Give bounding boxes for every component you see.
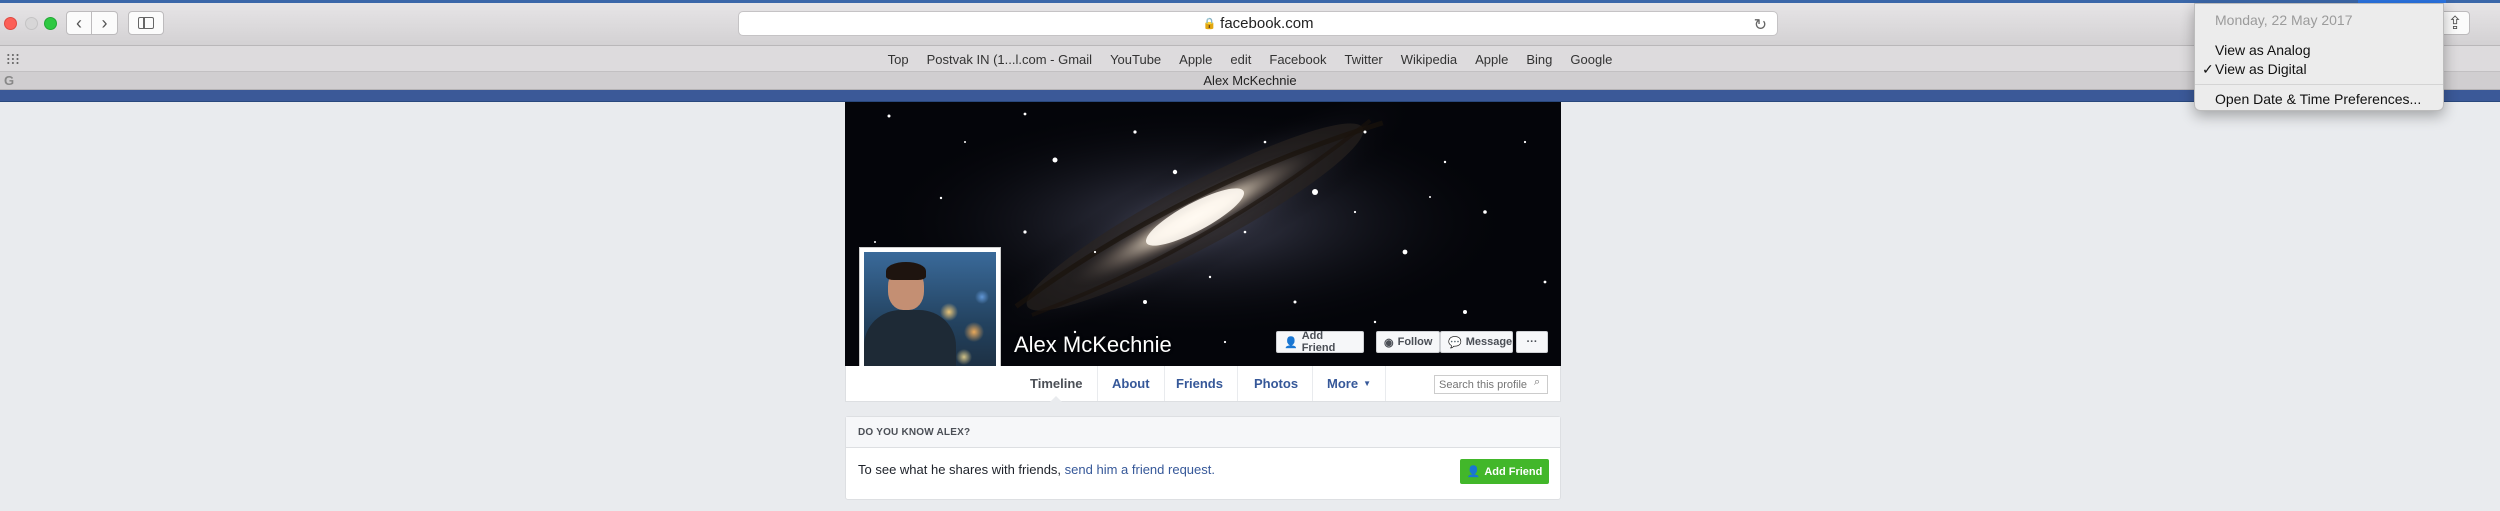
add-friend-green-label: Add Friend <box>1484 465 1543 478</box>
close-window-button[interactable] <box>4 17 17 30</box>
profile-photo <box>864 252 996 382</box>
message-button[interactable]: 💬 Message <box>1440 331 1513 353</box>
lock-icon: 🔒 <box>1202 18 1217 30</box>
facebook-header-bar <box>0 90 2500 102</box>
favorites-bar: Top Postvak IN (1...l.com - Gmail YouTub… <box>0 46 2500 72</box>
card-heading: DO YOU KNOW ALEX? <box>846 417 1560 448</box>
share-icon: ⇪ <box>2447 12 2463 33</box>
profile-nav: Timeline About Friends Photos More ▼ ⌕ <box>845 366 1561 402</box>
favorite-link[interactable]: Facebook <box>1269 52 1326 67</box>
favorite-link[interactable]: Twitter <box>1344 52 1382 67</box>
add-friend-button[interactable]: 👤 Add Friend <box>1276 330 1364 354</box>
add-friend-label: Add Friend <box>1301 330 1336 354</box>
menu-separator <box>2195 84 2443 85</box>
do-you-know-card: DO YOU KNOW ALEX? To see what he shares … <box>845 416 1561 500</box>
more-options-button[interactable]: ··· <box>1516 331 1548 353</box>
tab-timeline[interactable]: Timeline <box>1016 366 1098 402</box>
favorite-link[interactable]: Top <box>888 52 909 67</box>
menu-view-digital[interactable]: View as Digital <box>2195 61 2443 77</box>
sidebar-toggle-button[interactable] <box>128 11 164 35</box>
tab-friends[interactable]: Friends <box>1162 366 1238 401</box>
tab-bar: G Alex McKechnie <box>0 72 2500 90</box>
add-friend-icon: 👤 <box>1284 336 1298 349</box>
menu-view-analog[interactable]: View as Analog <box>2195 42 2443 58</box>
browser-toolbar: ‹ › 🔒 facebook.com ↻ ⇪ <box>0 0 2500 46</box>
favorite-link[interactable]: Google <box>1570 52 1612 67</box>
forward-button[interactable]: › <box>92 11 118 35</box>
favorite-link[interactable]: Postvak IN (1...l.com - Gmail <box>927 52 1092 67</box>
address-text: facebook.com <box>1220 15 1314 32</box>
forward-icon: › <box>101 12 108 33</box>
favorite-link[interactable]: YouTube <box>1110 52 1161 67</box>
follow-button[interactable]: ◉ Follow <box>1376 331 1440 353</box>
menubar-edge <box>0 0 2500 3</box>
minimize-window-button[interactable] <box>25 17 38 30</box>
message-icon: 💬 <box>1448 336 1462 349</box>
google-tab-icon: G <box>4 73 15 88</box>
back-icon: ‹ <box>76 12 82 33</box>
share-button[interactable]: ⇪ <box>2440 11 2470 35</box>
follow-icon: ◉ <box>1384 336 1394 349</box>
message-label: Message <box>1465 336 1513 348</box>
tab-title[interactable]: Alex McKechnie <box>1203 73 1296 88</box>
favorite-link[interactable]: Apple <box>1475 52 1508 67</box>
chevron-down-icon: ▼ <box>1363 379 1371 388</box>
card-text-plain: To see what he shares with friends, <box>858 462 1065 477</box>
reload-icon[interactable]: ↻ <box>1754 15 1767 35</box>
favorite-link[interactable]: Apple <box>1179 52 1212 67</box>
tab-more[interactable]: More ▼ <box>1313 366 1386 401</box>
tab-about[interactable]: About <box>1098 366 1165 401</box>
friend-request-link[interactable]: send him a friend request. <box>1065 462 1215 477</box>
tab-more-label: More <box>1327 376 1359 391</box>
profile-name[interactable]: Alex McKechnie <box>1014 332 1172 358</box>
favorites-list: Top Postvak IN (1...l.com - Gmail YouTub… <box>0 46 2500 72</box>
menu-date-time-preferences[interactable]: Open Date & Time Preferences... <box>2195 91 2443 107</box>
more-options-icon: ··· <box>1526 336 1538 348</box>
follow-label: Follow <box>1397 336 1433 348</box>
address-bar[interactable]: 🔒 facebook.com ↻ <box>738 11 1778 36</box>
zoom-window-button[interactable] <box>44 17 57 30</box>
favorite-link[interactable]: Wikipedia <box>1401 52 1457 67</box>
tab-photos[interactable]: Photos <box>1240 366 1314 401</box>
search-profile-input[interactable] <box>1434 375 1548 394</box>
back-button[interactable]: ‹ <box>66 11 92 35</box>
add-friend-green-button[interactable]: 👤 Add Friend <box>1460 459 1549 484</box>
person-hair <box>886 262 926 280</box>
favorite-link[interactable]: Bing <box>1526 52 1552 67</box>
card-text: To see what he shares with friends, send… <box>858 462 1215 477</box>
sidebar-icon <box>138 17 154 29</box>
favorite-link[interactable]: edit <box>1230 52 1251 67</box>
menu-date: Monday, 22 May 2017 <box>2215 12 2353 28</box>
clock-dropdown-menu: Monday, 22 May 2017 View as Analog ✓ Vie… <box>2194 3 2444 111</box>
add-friend-icon: 👤 <box>1466 466 1481 478</box>
search-icon[interactable]: ⌕ <box>1534 376 1540 389</box>
